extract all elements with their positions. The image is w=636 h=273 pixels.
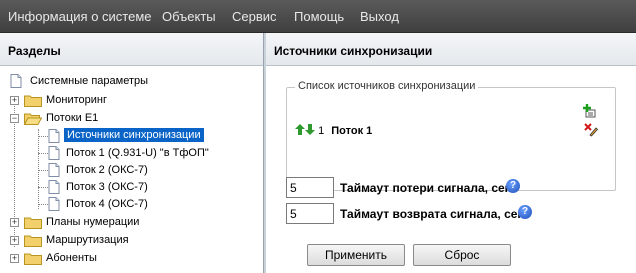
delete-source-icon[interactable] <box>584 123 598 137</box>
tree-item-label: Системные параметры <box>30 75 149 87</box>
help-icon[interactable]: ? <box>506 179 520 193</box>
apply-button[interactable]: Применить <box>307 244 405 266</box>
tree-item-label: Маршрутизация <box>46 234 129 246</box>
tree-item-label: Мониторинг <box>46 94 108 106</box>
tree-item-label: Планы нумерации <box>46 216 140 228</box>
source-priority: 1 <box>318 125 325 137</box>
document-icon <box>48 146 60 160</box>
menu-system-info[interactable]: Информация о системе <box>8 9 152 24</box>
panel-title: Источники синхронизации <box>266 33 636 66</box>
tree-item-label: Потоки Е1 <box>46 112 99 124</box>
expand-icon[interactable]: + <box>10 254 19 263</box>
help-icon[interactable]: ? <box>518 205 532 219</box>
top-menu-bar: Информация о системе Объекты Сервис Помо… <box>0 0 636 33</box>
return-timeout-label: Таймаут возврата сигнала, сек <box>340 207 524 221</box>
folder-icon <box>24 95 42 107</box>
add-source-icon[interactable] <box>583 104 597 118</box>
sync-sources-panel: Источники синхронизации Список источнико… <box>266 33 636 273</box>
expand-icon[interactable]: + <box>10 96 19 105</box>
menu-objects[interactable]: Объекты <box>162 9 216 24</box>
reset-button[interactable]: Сброс <box>413 244 511 266</box>
source-name: Поток 1 <box>331 125 373 137</box>
sync-source-row[interactable]: 1 Поток 1 <box>295 124 372 137</box>
expand-icon[interactable]: + <box>10 218 19 227</box>
folder-icon <box>24 253 42 265</box>
sections-panel: Разделы Системные параметры + Мониторинг <box>0 33 264 273</box>
return-timeout-input[interactable] <box>286 203 334 224</box>
priority-arrows-icon[interactable] <box>295 124 315 135</box>
document-icon <box>48 197 60 211</box>
tree-item-label: Абоненты <box>46 252 97 264</box>
sections-panel-title: Разделы <box>0 33 263 66</box>
menu-service[interactable]: Сервис <box>232 9 277 24</box>
loss-timeout-input[interactable] <box>286 177 334 198</box>
sync-sources-list: Список источников синхронизации 1 Поток … <box>286 80 616 191</box>
menu-help[interactable]: Помощь <box>294 9 344 24</box>
document-icon <box>48 129 60 143</box>
tree-item-label: Поток 4 (ОКС-7) <box>66 198 148 210</box>
tree-item-label: Поток 2 (ОКС-7) <box>66 164 148 176</box>
folder-icon <box>24 235 42 247</box>
document-icon <box>48 180 60 194</box>
collapse-icon[interactable]: − <box>10 114 19 123</box>
sync-sources-legend: Список источников синхронизации <box>295 80 479 92</box>
document-icon <box>10 74 22 88</box>
expand-icon[interactable]: + <box>10 236 19 245</box>
loss-timeout-label: Таймаут потери сигнала, сек <box>340 181 511 195</box>
tree-item-label: Поток 1 (Q.931-U) "в ТфОП" <box>66 147 209 159</box>
tree-item-label: Источники синхронизации <box>64 128 204 142</box>
menu-exit[interactable]: Выход <box>360 9 399 24</box>
tree-line <box>38 129 39 209</box>
tree-item-label: Поток 3 (ОКС-7) <box>66 181 148 193</box>
document-icon <box>48 163 60 177</box>
folder-icon <box>24 217 42 229</box>
open-folder-icon <box>24 113 42 125</box>
